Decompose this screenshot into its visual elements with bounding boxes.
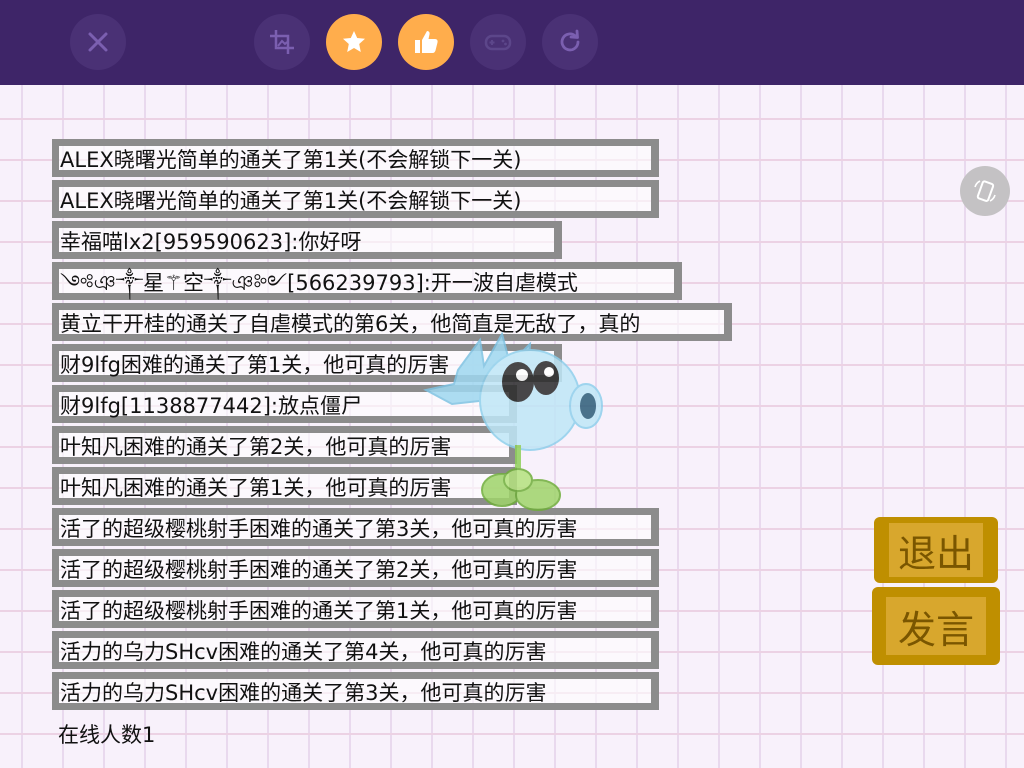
crop-icon (270, 30, 294, 54)
speak-button[interactable]: 发言 (872, 587, 1000, 665)
close-icon (88, 32, 108, 52)
top-toolbar (0, 0, 1024, 85)
chat-message: 活了的超级樱桃射手困难的通关了第3关，他可真的厉害 (60, 517, 578, 541)
gamepad-icon (484, 34, 512, 51)
online-count: 在线人数1 (58, 723, 156, 747)
chat-message: 活力的乌力SHcv困难的通关了第3关，他可真的厉害 (60, 681, 547, 705)
chat-message: ALEX晓曙光简单的通关了第1关(不会解锁下一关) (60, 148, 522, 172)
chat-message: 幸福喵lx2[959590623]:你好呀 (60, 230, 362, 254)
refresh-icon (560, 29, 580, 52)
refresh-button[interactable] (542, 14, 598, 70)
chat-message: ༺ঞ༒星⚚空༒ঞ༻[566239793]:开一波自虐模式 (60, 271, 578, 295)
favorite-button[interactable] (326, 14, 382, 70)
exit-button-label: 退出 (889, 523, 983, 577)
thumbs-up-icon (415, 31, 438, 53)
star-icon (343, 31, 365, 52)
game-button[interactable] (470, 14, 526, 70)
like-button[interactable] (398, 14, 454, 70)
crop-button[interactable] (254, 14, 310, 70)
chat-message: ALEX晓曙光简单的通关了第1关(不会解锁下一关) (60, 189, 522, 213)
chat-message: 黄立干开桂的通关了自虐模式的第6关，他简直是无敌了，真的 (60, 312, 641, 336)
chat-message: 活力的乌力SHcv困难的通关了第4关，他可真的厉害 (60, 640, 547, 664)
chat-message: 活了的超级樱桃射手困难的通关了第1关，他可真的厉害 (60, 599, 578, 623)
rotate-screen-button[interactable] (960, 166, 1010, 216)
chat-message: 活了的超级樱桃射手困难的通关了第2关，他可真的厉害 (60, 558, 578, 582)
chat-message: 财9lfg困难的通关了第1关，他可真的厉害 (60, 353, 450, 377)
chat-message: 叶知凡困难的通关了第1关，他可真的厉害 (60, 476, 452, 500)
exit-button[interactable]: 退出 (874, 517, 998, 583)
speak-button-label: 发言 (886, 597, 986, 655)
chat-message: 财9lfg[1138877442]:放点僵尸 (60, 394, 362, 418)
phone-rotate-icon (974, 180, 996, 202)
close-button[interactable] (70, 14, 126, 70)
chat-message: 叶知凡困难的通关了第2关，他可真的厉害 (60, 435, 452, 459)
